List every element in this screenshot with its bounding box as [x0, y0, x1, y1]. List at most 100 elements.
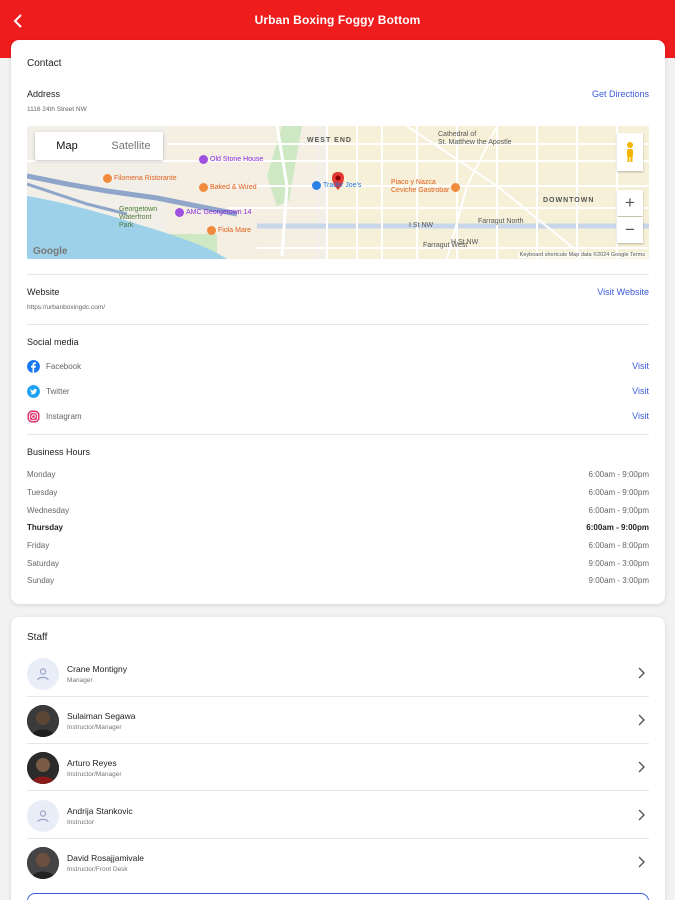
- staff-row[interactable]: Sulaiman Segawa Instructor/Manager: [27, 697, 649, 744]
- staff-role: Instructor/Manager: [67, 724, 122, 731]
- website-value: https://urbanboxingdc.com/: [27, 304, 106, 311]
- avatar: [27, 847, 59, 879]
- map-type-toggle: Map Satellite: [35, 132, 163, 160]
- map-label-west-end: WEST END: [307, 137, 352, 144]
- map-type-map-button[interactable]: Map: [35, 132, 99, 160]
- map-type-satellite-button[interactable]: Satellite: [99, 132, 163, 160]
- street-view-button[interactable]: [617, 133, 643, 171]
- staff-role: Manager: [67, 677, 93, 684]
- person-photo: [27, 705, 59, 737]
- social-row-twitter: Twitter Visit: [27, 383, 649, 401]
- visit-instagram-link[interactable]: Visit: [632, 411, 649, 421]
- staff-name: David Rosajjamivale: [67, 853, 145, 863]
- staff-card: Staff Crane Montigny Manager Sulaiman Se…: [11, 617, 665, 900]
- person-photo: [27, 847, 59, 879]
- twitter-icon: [27, 385, 40, 398]
- chevron-right-icon: [638, 856, 645, 868]
- map-label-h-street: H St NW: [451, 239, 479, 246]
- pegman-icon: [627, 142, 633, 162]
- map-poi-old-stone-house[interactable]: Old Stone House: [199, 155, 263, 164]
- page-title: Urban Boxing Foggy Bottom: [254, 13, 421, 27]
- divider: [27, 790, 649, 791]
- map-label-farragut-north: Farragut North: [478, 218, 524, 225]
- staff-row[interactable]: Andrija Stankovic Instructor: [27, 792, 649, 839]
- hours-time: 6:00am - 9:00pm: [588, 470, 649, 479]
- hours-day: Wednesday: [27, 506, 70, 515]
- visit-website-link[interactable]: Visit Website: [597, 287, 649, 297]
- hours-time: 6:00am - 9:00pm: [588, 506, 649, 515]
- map-poi-piaco[interactable]: Piaco y Nazca Ceviche Gastrobar: [391, 179, 461, 195]
- map-poi-baked-wired[interactable]: Baked & Wired: [199, 183, 257, 192]
- visit-facebook-link[interactable]: Visit: [632, 361, 649, 371]
- map-label-cathedral: Cathedral of St. Matthew the Apostle: [438, 131, 512, 146]
- hours-time: 9:00am - 3:00pm: [588, 559, 649, 568]
- get-directions-link[interactable]: Get Directions: [592, 89, 649, 99]
- hours-day: Friday: [27, 541, 50, 550]
- map-attribution[interactable]: Keyboard shortcuts Map data ©2024 Google…: [517, 252, 647, 258]
- map-label-georgetown-park: Georgetown Waterfront Park: [119, 206, 158, 229]
- facebook-icon: [27, 360, 40, 373]
- hours-row: Friday 6:00am - 8:00pm: [27, 541, 649, 555]
- address-label: Address: [27, 89, 61, 99]
- visit-twitter-link[interactable]: Visit: [632, 386, 649, 396]
- hours-row: Monday 6:00am - 9:00pm: [27, 470, 649, 484]
- divider: [27, 434, 649, 435]
- social-label-instagram: Instagram: [46, 412, 82, 421]
- hours-time: 6:00am - 9:00pm: [586, 523, 649, 532]
- hours-time: 9:00am - 3:00pm: [588, 576, 649, 585]
- hours-row: Saturday 9:00am - 3:00pm: [27, 559, 649, 573]
- hours-day: Sunday: [27, 576, 55, 585]
- hours-row-today: Thursday 6:00am - 9:00pm: [27, 523, 649, 537]
- staff-name: Arturo Reyes: [67, 758, 117, 768]
- chevron-right-icon: [638, 714, 645, 726]
- map-poi-amc[interactable]: AMC Georgetown 14: [175, 208, 251, 217]
- avatar: [27, 752, 59, 784]
- map-label-downtown: DOWNTOWN: [543, 197, 595, 204]
- zoom-in-button[interactable]: +: [617, 190, 643, 216]
- chevron-right-icon: [638, 667, 645, 679]
- avatar: [27, 705, 59, 737]
- hours-time: 6:00am - 8:00pm: [588, 541, 649, 550]
- google-logo: Google: [33, 246, 68, 257]
- contact-card: Contact Address 1116 24th Street NW Get …: [11, 40, 665, 604]
- hours-day: Saturday: [27, 559, 60, 568]
- staff-name: Andrija Stankovic: [67, 806, 133, 816]
- person-photo: [27, 752, 59, 784]
- map-poi-filomena[interactable]: Filomena Ristorante: [103, 174, 177, 183]
- staff-title: Staff: [27, 632, 48, 643]
- staff-role: Instructor: [67, 819, 95, 826]
- staff-row[interactable]: Crane Montigny Manager: [27, 650, 649, 697]
- social-label-facebook: Facebook: [46, 362, 82, 371]
- person-icon: [37, 810, 49, 823]
- map-poi-trader-joes[interactable]: Trader Joe's: [312, 181, 361, 190]
- divider: [27, 274, 649, 275]
- staff-role: Instructor/Manager: [67, 771, 122, 778]
- staff-role: Instructor/Front Desk: [67, 866, 128, 873]
- chevron-right-icon: [638, 809, 645, 821]
- view-more-button[interactable]: [27, 893, 649, 900]
- map-poi-fiola[interactable]: Fiola Mare: [207, 226, 251, 235]
- hours-row: Tuesday 6:00am - 9:00pm: [27, 488, 649, 502]
- divider: [27, 324, 649, 325]
- staff-name: Crane Montigny: [67, 664, 128, 674]
- instagram-icon: [27, 410, 40, 423]
- zoom-out-button[interactable]: −: [617, 217, 643, 243]
- contact-title: Contact: [27, 58, 62, 69]
- social-media-title: Social media: [27, 337, 79, 347]
- hours-day: Monday: [27, 470, 56, 479]
- staff-name: Sulaiman Segawa: [67, 711, 136, 721]
- social-row-instagram: Instagram Visit: [27, 408, 649, 426]
- hours-day: Tuesday: [27, 488, 58, 497]
- staff-row[interactable]: Arturo Reyes Instructor/Manager: [27, 744, 649, 791]
- social-label-twitter: Twitter: [46, 387, 70, 396]
- hours-time: 6:00am - 9:00pm: [588, 488, 649, 497]
- staff-row[interactable]: David Rosajjamivale Instructor/Front Des…: [27, 839, 649, 886]
- business-hours-title: Business Hours: [27, 447, 91, 457]
- map-view[interactable]: WEST END DOWNTOWN Cathedral of St. Matth…: [27, 126, 649, 259]
- avatar: [27, 658, 59, 690]
- avatar: [27, 800, 59, 832]
- social-row-facebook: Facebook Visit: [27, 358, 649, 376]
- hours-row: Wednesday 6:00am - 9:00pm: [27, 506, 649, 520]
- person-icon: [37, 668, 49, 681]
- website-label: Website: [27, 287, 60, 297]
